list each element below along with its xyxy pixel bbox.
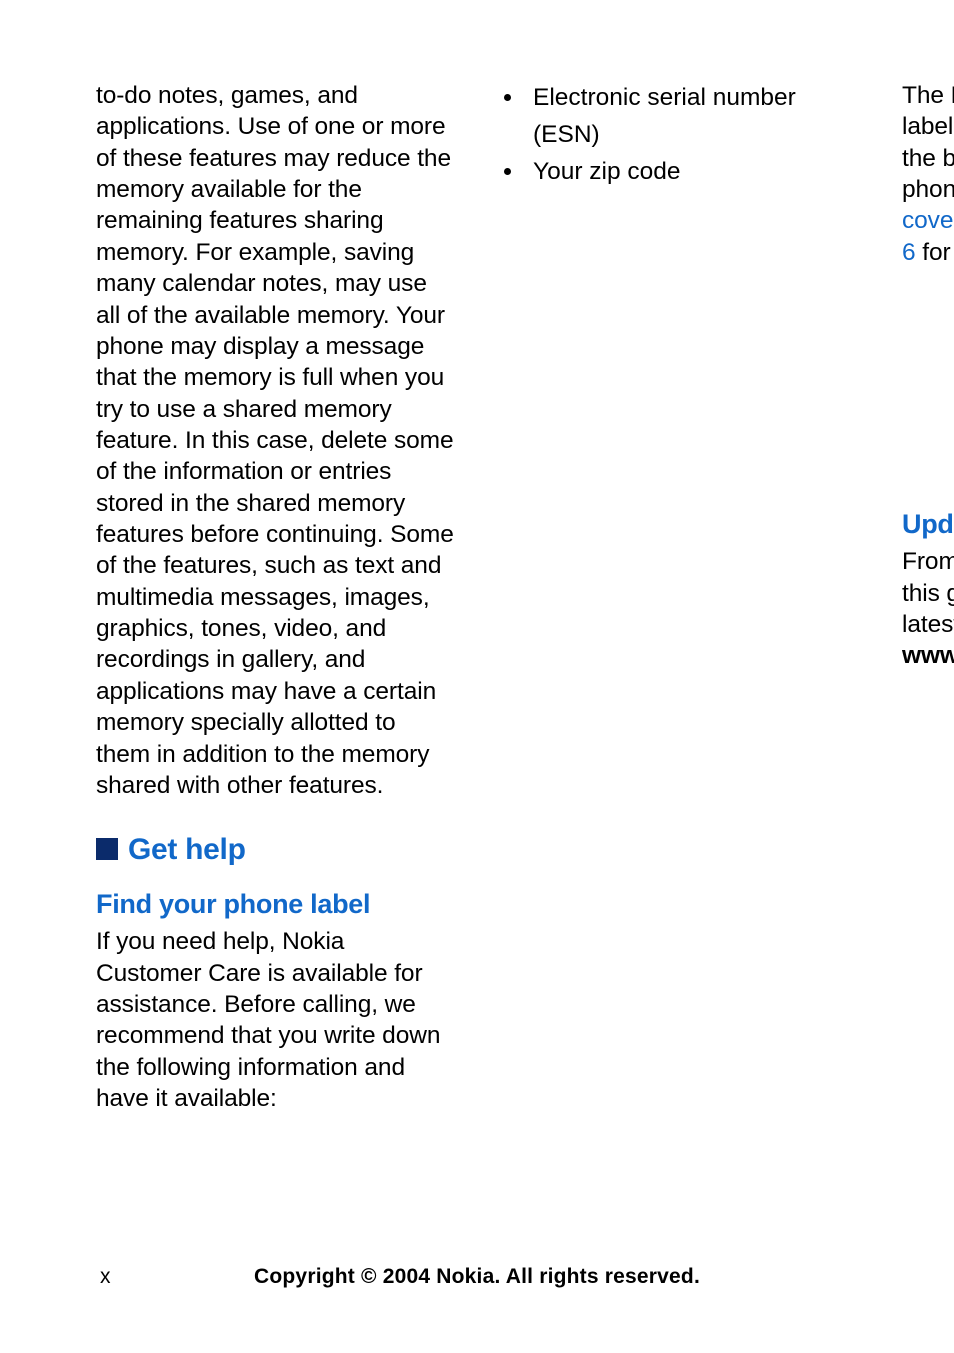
section-heading-text: Get help — [128, 833, 246, 866]
body-paragraph-memory: to-do notes, games, and applications. Us… — [96, 80, 455, 801]
body-paragraph-help: If you need help, Nokia Customer Care is… — [96, 926, 455, 1114]
text-run: for more information. — [916, 239, 954, 266]
body-paragraph-updates: From time to time, Nokia updates this gu… — [902, 546, 954, 671]
list-item: Electronic serial number (ESN) — [525, 80, 858, 154]
bullet-list: Electronic serial number (ESN) Your zip … — [499, 80, 858, 190]
body-paragraph-esn: The ESN is found on the type label, whic… — [902, 80, 954, 268]
text-run: The ESN is found on the type label, whic… — [902, 82, 954, 203]
phone-label-illustration — [902, 280, 954, 495]
text-run: From time to time, Nokia updates this gu… — [902, 548, 954, 638]
two-column-layout: to-do notes, games, and applications. Us… — [96, 80, 858, 1190]
website-url: www.nokia-asia.com — [902, 642, 954, 669]
bullet-square-icon — [96, 838, 118, 860]
sub-heading-updates: Updates — [902, 509, 954, 540]
document-page: to-do notes, games, and applications. Us… — [0, 0, 954, 1353]
sub-heading-find-label: Find your phone label — [96, 889, 455, 920]
footer-copyright: Copyright © 2004 Nokia. All rights reser… — [0, 1265, 954, 1289]
section-heading-get-help: Get help — [96, 833, 455, 867]
list-item: Your zip code — [525, 154, 858, 191]
